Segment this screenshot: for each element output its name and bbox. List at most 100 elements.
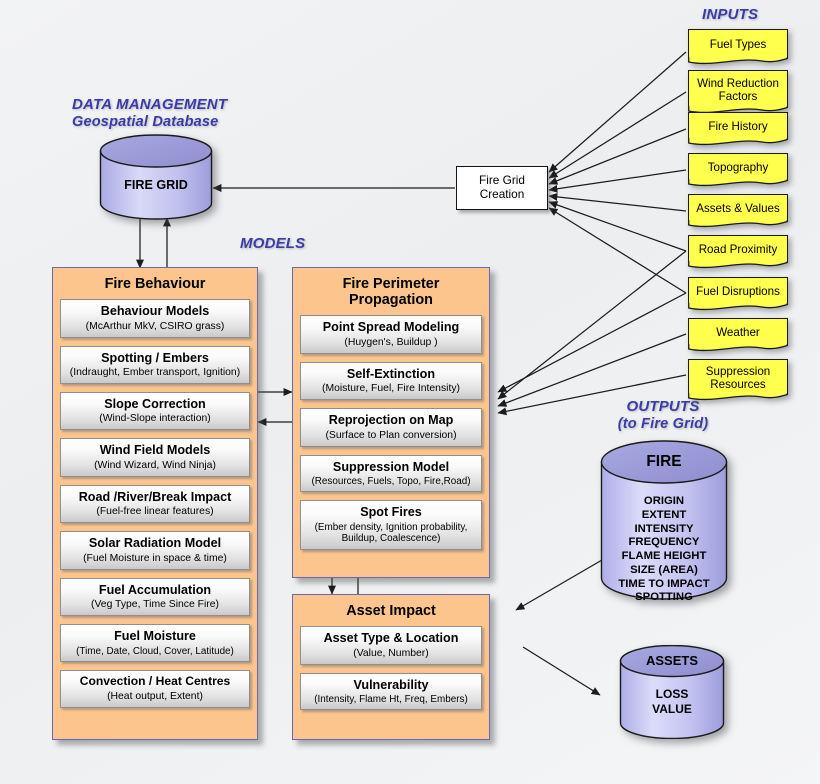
item-title: Fuel Accumulation	[98, 582, 212, 597]
fire-grid-creation-box[interactable]: Fire Grid Creation	[456, 166, 548, 210]
item-vulnerability[interactable]: Vulnerability (Intensity, Flame Ht, Freq…	[300, 672, 482, 711]
input-label-8: Suppression Resources	[688, 359, 788, 393]
input-label-7: Weather	[688, 318, 788, 344]
diagram-canvas: INPUTS DATA MANAGEMENT Geospatial Databa…	[0, 0, 820, 784]
item-title: Asset Type & Location	[323, 631, 459, 646]
cylinder-shape	[600, 440, 728, 600]
document-wave-icon	[688, 137, 788, 146]
input-wind-reduction-factors[interactable]: Wind Reduction Factors	[688, 70, 788, 114]
fire-grid-database-cylinder[interactable]: FIRE GRID	[99, 134, 213, 220]
input-fuel-types[interactable]: Fuel Types	[688, 29, 788, 65]
input-road-proximity[interactable]: Road Proximity	[688, 235, 788, 269]
item-title: Suppression Model	[332, 459, 450, 474]
edge-fire-output-to-asset-impact	[515, 559, 603, 611]
document-wave-icon	[688, 302, 788, 311]
input-topography[interactable]: Topography	[688, 153, 788, 187]
item-detail: (Fuel Moisture in space & time)	[83, 552, 227, 564]
item-spot-fires[interactable]: Spot Fires (Ember density, Ignition prob…	[300, 500, 482, 550]
group-title-asset-impact: Asset Impact	[346, 603, 436, 619]
item-title: Fuel Moisture	[114, 629, 196, 644]
input-assets-values[interactable]: Assets & Values	[688, 194, 788, 228]
item-title: Convection / Heat Centres	[79, 673, 231, 688]
input-label-2: Fire History	[688, 112, 788, 138]
item-detail: (Value, Number)	[353, 647, 429, 659]
document-wave-icon	[688, 260, 788, 269]
item-title: Vulnerability	[353, 677, 429, 692]
edge-fuel-disruptions-to-creation	[548, 207, 687, 294]
group-title-fire-perimeter-propagation: Fire Perimeter Propagation	[342, 276, 440, 309]
item-detail: (Wind Wizard, Wind Ninja)	[94, 459, 216, 471]
item-title: Behaviour Models	[100, 304, 210, 319]
input-suppression-resources[interactable]: Suppression Resources	[688, 359, 788, 401]
edge-assets-values-to-creation	[548, 192, 687, 212]
group-asset-impact[interactable]: Asset Impact Asset Type & Location (Valu…	[292, 594, 490, 740]
input-fuel-disruptions[interactable]: Fuel Disruptions	[688, 277, 788, 311]
item-title: Reprojection on Map	[328, 413, 454, 428]
item-title: Slope Correction	[104, 396, 206, 411]
item-title: Spot Fires	[360, 505, 422, 520]
item-reprojection-on-map[interactable]: Reprojection on Map (Surface to Plan con…	[300, 408, 482, 447]
edge-road-proximity-to-creation	[548, 201, 687, 252]
item-fuel-accumulation[interactable]: Fuel Accumulation (Veg Type, Time Since …	[60, 577, 250, 617]
heading-models: MODELS	[240, 235, 306, 252]
item-suppression-model[interactable]: Suppression Model (Resources, Fuels, Top…	[300, 454, 482, 493]
input-label-1: Wind Reduction Factors	[688, 70, 788, 106]
item-road-river-break-impact[interactable]: Road /River/Break Impact (Fuel-free line…	[60, 484, 250, 524]
document-wave-icon	[688, 178, 788, 187]
item-title: Road /River/Break Impact	[78, 489, 232, 504]
item-detail: (Indraught, Ember transport, Ignition)	[69, 367, 241, 379]
item-fuel-moisture[interactable]: Fuel Moisture (Time, Date, Cloud, Cover,…	[60, 624, 250, 662]
item-title: Spotting / Embers	[101, 350, 209, 365]
edge-wind-reduction-to-creation	[548, 91, 687, 179]
document-wave-icon	[688, 343, 788, 352]
item-detail: (Huygen's, Buildup )	[344, 336, 438, 348]
input-weather[interactable]: Weather	[688, 318, 788, 352]
item-solar-radiation-model[interactable]: Solar Radiation Model (Fuel Moisture in …	[60, 531, 250, 570]
heading-outputs-sub: (to Fire Grid)	[617, 416, 709, 432]
input-label-0: Fuel Types	[688, 29, 788, 57]
edge-fire-history-to-creation	[548, 128, 687, 185]
item-detail: (Veg Type, Time Since Fire)	[90, 599, 219, 611]
input-label-6: Fuel Disruptions	[688, 277, 788, 303]
item-title: Wind Field Models	[99, 443, 211, 458]
item-title: Solar Radiation Model	[88, 536, 222, 551]
item-detail: (Intensity, Flame Ht, Freq, Embers)	[314, 694, 468, 706]
item-convection-heat-centres[interactable]: Convection / Heat Centres (Heat output, …	[60, 669, 250, 708]
item-slope-correction[interactable]: Slope Correction (Wind-Slope interaction…	[60, 391, 250, 431]
item-detail: (Ember density, Ignition probability, Bu…	[314, 521, 468, 545]
item-self-extinction[interactable]: Self-Extinction (Moisture, Fuel, Fire In…	[300, 361, 482, 401]
item-point-spread-modeling[interactable]: Point Spread Modeling (Huygen's, Buildup…	[300, 315, 482, 354]
item-detail: (Time, Date, Cloud, Cover, Latitude)	[76, 645, 234, 657]
group-fire-perimeter-propagation[interactable]: Fire Perimeter Propagation Point Spread …	[292, 267, 490, 578]
edge-weather-to-propagation	[497, 333, 687, 407]
input-label-4: Assets & Values	[688, 194, 788, 220]
fire-output-cylinder[interactable]: FIRE ORIGIN EXTENT INTENSITY FREQUENCY F…	[600, 440, 728, 603]
document-wave-icon	[688, 56, 788, 65]
input-label-5: Road Proximity	[688, 235, 788, 261]
edge-asset-impact-to-assets	[522, 646, 601, 696]
item-asset-type-location[interactable]: Asset Type & Location (Value, Number)	[300, 626, 482, 665]
cylinder-shape	[99, 134, 213, 220]
input-label-3: Topography	[688, 153, 788, 179]
item-detail: (Resources, Fuels, Topo, Fire,Road)	[311, 475, 471, 487]
assets-output-cylinder[interactable]: ASSETS LOSS VALUE	[619, 645, 725, 739]
item-spotting-embers[interactable]: Spotting / Embers (Indraught, Ember tran…	[60, 345, 250, 384]
document-wave-icon	[688, 219, 788, 228]
item-wind-field-models[interactable]: Wind Field Models (Wind Wizard, Wind Nin…	[60, 438, 250, 477]
heading-data-management: DATA MANAGEMENT	[72, 96, 228, 113]
item-detail: (Wind-Slope interaction)	[99, 413, 211, 425]
item-behaviour-models[interactable]: Behaviour Models (McArthur MkV, CSIRO gr…	[60, 299, 250, 338]
item-detail: (Surface to Plan conversion)	[325, 429, 457, 441]
document-wave-icon	[688, 392, 788, 401]
edge-fuel-disruptions-to-propagation	[497, 292, 687, 393]
item-detail: (Heat output, Extent)	[107, 690, 203, 702]
edge-topography-to-creation	[548, 169, 687, 193]
input-fire-history[interactable]: Fire History	[688, 112, 788, 146]
edge-fuel-types-to-creation	[548, 51, 687, 173]
item-title: Point Spread Modeling	[322, 320, 460, 335]
item-detail: (Moisture, Fuel, Fire Intensity)	[321, 383, 460, 395]
item-detail: (McArthur MkV, CSIRO grass)	[85, 320, 225, 332]
group-title-fire-behaviour: Fire Behaviour	[104, 276, 206, 292]
item-detail: (Fuel-free linear features)	[96, 506, 214, 518]
group-fire-behaviour[interactable]: Fire Behaviour Behaviour Models (McArthu…	[52, 267, 258, 740]
